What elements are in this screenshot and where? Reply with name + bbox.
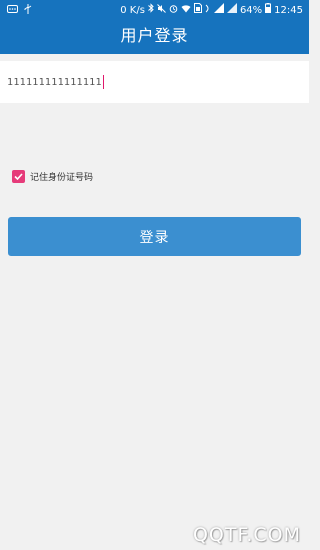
message-icon <box>7 4 18 18</box>
clock: 12:45 <box>274 4 303 16</box>
battery-percent: 64% <box>239 4 263 16</box>
status-right: 0 K/s 64% 12:45 <box>120 3 303 17</box>
nfc-icon <box>205 4 211 17</box>
id-number-value: 111111111111111 <box>7 76 102 88</box>
remember-id-row[interactable]: 记住身份证号码 <box>12 170 93 183</box>
network-speed: 0 K/s <box>120 4 145 16</box>
status-left <box>7 4 32 18</box>
app-bar: 用户登录 <box>0 19 309 54</box>
remember-id-checkbox[interactable] <box>12 170 25 183</box>
remember-id-label: 记住身份证号码 <box>30 173 94 183</box>
id-number-input[interactable]: 111111111111111 <box>0 61 309 103</box>
wifi-icon <box>181 4 191 17</box>
usb-icon <box>24 4 32 18</box>
signal-icon <box>226 3 237 17</box>
alarm-icon <box>169 4 178 17</box>
bluetooth-icon <box>148 3 154 17</box>
status-bar: 0 K/s 64% 12:45 <box>0 0 309 19</box>
4g-signal-icon <box>213 3 224 17</box>
mute-icon <box>157 3 166 17</box>
text-cursor <box>102 75 105 89</box>
sim-icon <box>193 3 202 17</box>
watermark-logo: QQTF.COM <box>192 524 301 546</box>
battery-icon <box>265 3 272 17</box>
checkmark-icon <box>14 173 23 180</box>
page-title: 用户登录 <box>120 26 189 45</box>
login-button[interactable]: 登录 <box>8 217 301 256</box>
